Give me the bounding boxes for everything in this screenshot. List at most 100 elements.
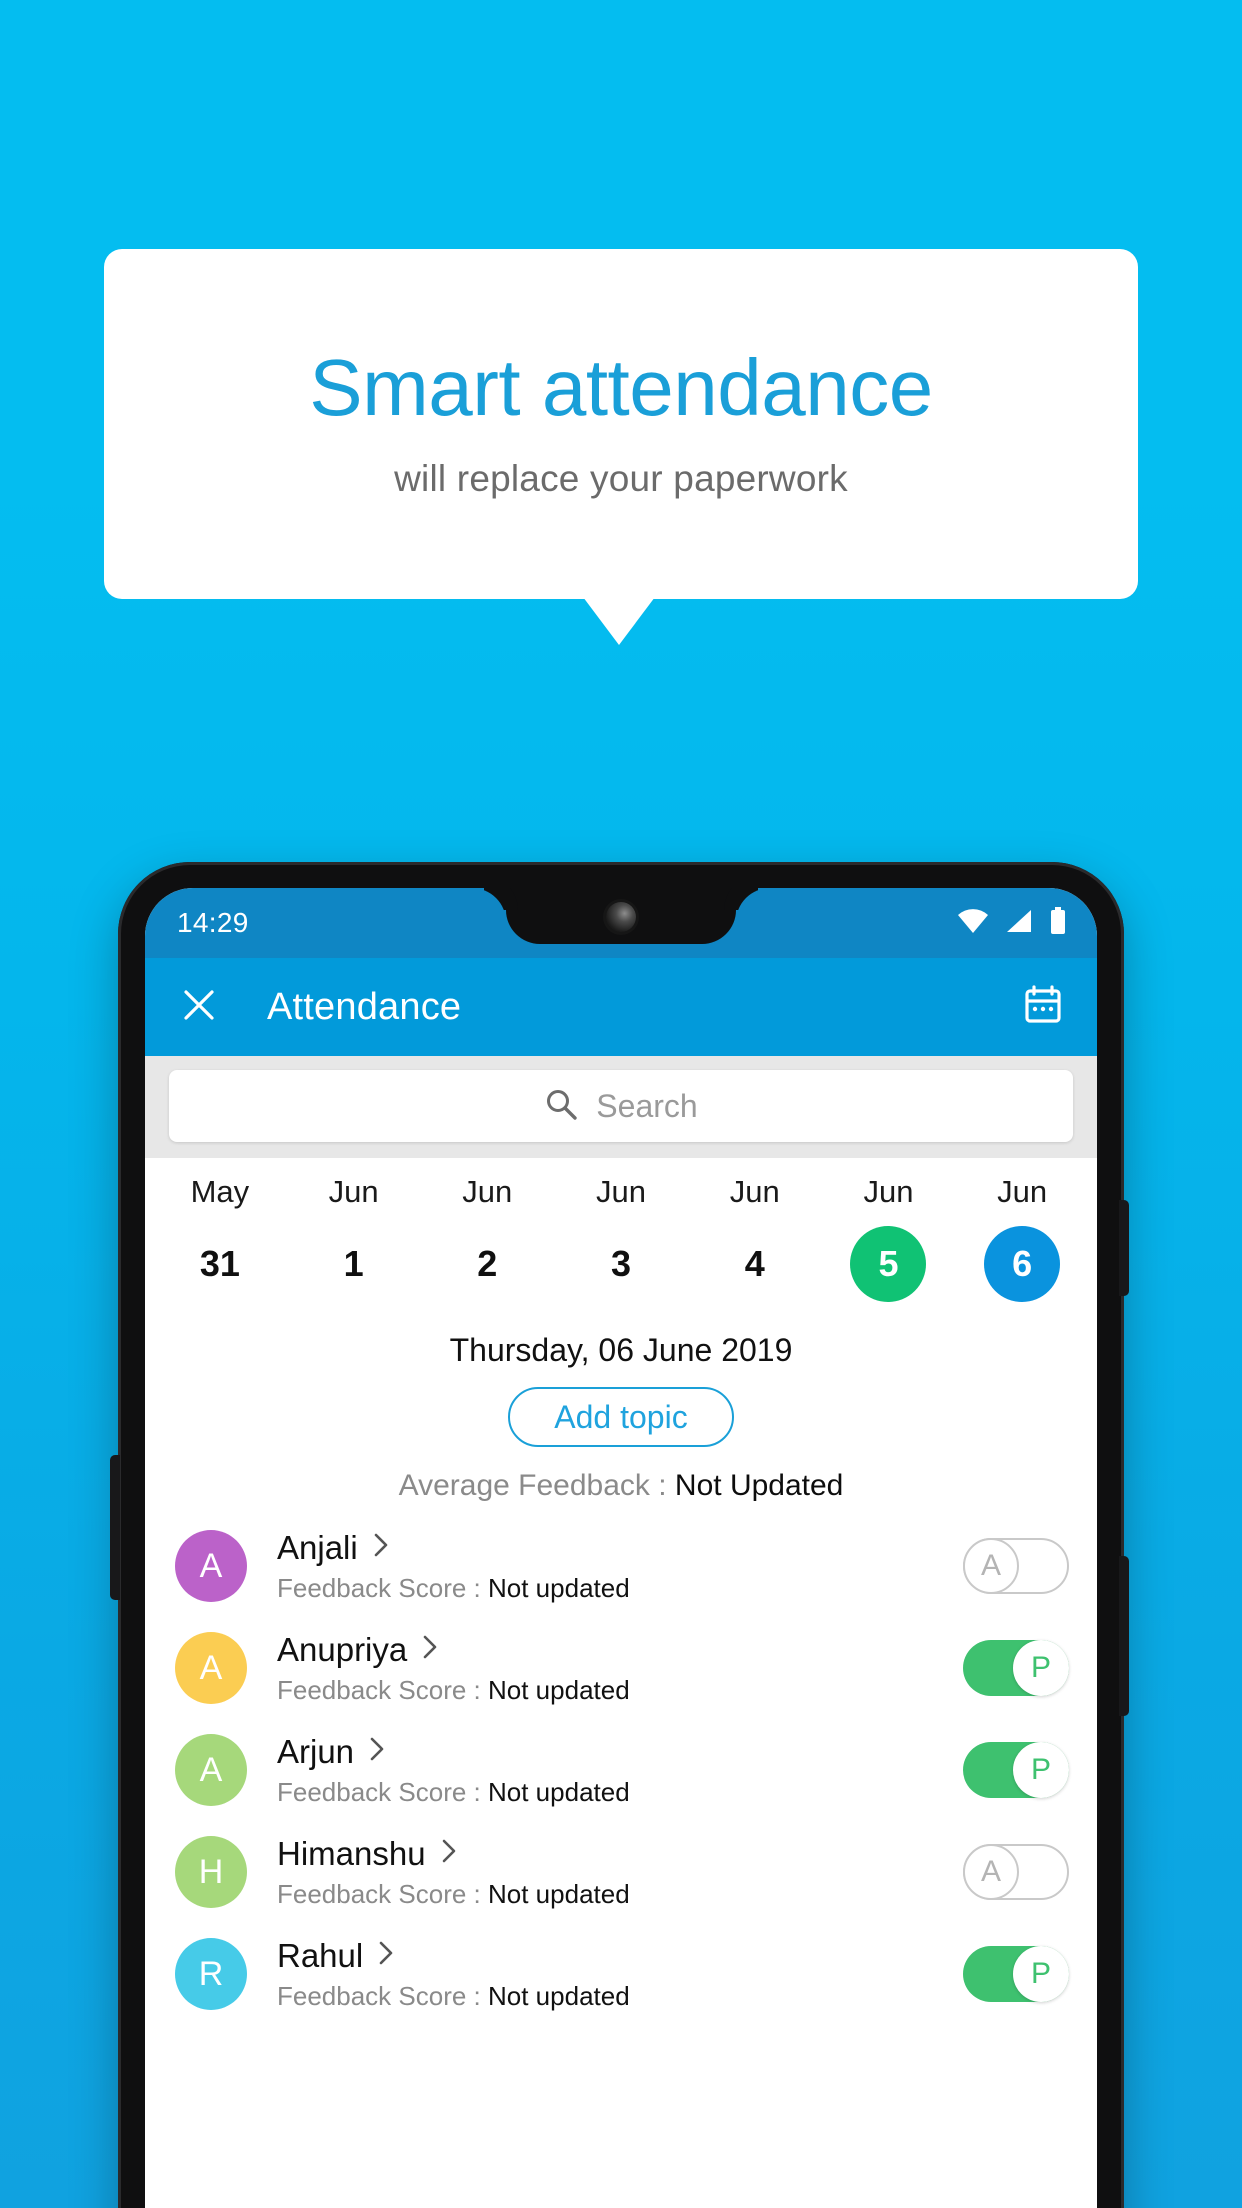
list-item-text: Anupriya Feedback Score : Not updated [277,1631,963,1706]
selected-date-label: Thursday, 06 June 2019 [449,1332,793,1368]
chevron-right-icon [440,1837,458,1870]
attendance-toggle[interactable]: P [963,1742,1069,1798]
date-day: 5 [850,1226,927,1302]
calendar-button[interactable] [1019,983,1067,1031]
attendance-toggle[interactable]: P [963,1640,1069,1696]
page-title: Attendance [267,985,462,1028]
list-item-name-line[interactable]: Himanshu [277,1835,963,1873]
list-item[interactable]: R Rahul Feedback Score : Not updated P [145,1923,1097,2025]
phone-screen: 14:29 Attendance Search May 31 Jun 1 Jun… [145,888,1097,2208]
attendance-toggle-knob: P [1013,1946,1069,2002]
list-item-text: Anjali Feedback Score : Not updated [277,1529,963,1604]
attendance-toggle-knob: A [963,1538,1019,1594]
list-item[interactable]: A Anjali Feedback Score : Not updated A [145,1515,1097,1617]
list-item-name-line[interactable]: Anjali [277,1529,963,1567]
search-input[interactable]: Search [169,1070,1073,1142]
date-day: 31 [199,1243,240,1284]
date-cell-selected[interactable]: Jun 6 [955,1174,1089,1302]
student-name: Anupriya [277,1630,408,1668]
date-cell[interactable]: Jun 2 [420,1174,554,1302]
feedback-score-value: Not updated [488,1674,630,1705]
average-feedback-label: Average Feedback : [398,1469,675,1502]
date-month: Jun [729,1174,780,1209]
list-item-name-line[interactable]: Rahul [277,1937,963,1975]
chevron-right-icon [368,1735,386,1768]
list-item-text: Rahul Feedback Score : Not updated [277,1937,963,2012]
feedback-score-value: Not updated [488,1572,630,1603]
feedback-score-label: Feedback Score : [277,1980,488,2011]
feedback-score-label: Feedback Score : [277,1572,488,1603]
list-item-text: Arjun Feedback Score : Not updated [277,1733,963,1808]
date-day: 1 [343,1243,364,1284]
feedback-score-value: Not updated [488,1776,630,1807]
average-feedback-value: Not Updated [674,1469,844,1502]
date-month: Jun [997,1174,1048,1209]
list-item[interactable]: H Himanshu Feedback Score : Not updated [145,1821,1097,1923]
list-item-text: Himanshu Feedback Score : Not updated [277,1835,963,1910]
attendance-toggle[interactable]: A [963,1844,1069,1900]
chevron-right-icon [372,1531,390,1564]
status-bar-icons [957,906,1067,940]
list-item[interactable]: A Anupriya Feedback Score : Not updated [145,1617,1097,1719]
date-cell[interactable]: May 31 [153,1174,287,1302]
student-name: Himanshu [277,1834,426,1872]
feedback-score: Feedback Score : Not updated [277,1675,963,1706]
date-day: 4 [744,1243,765,1284]
promo-subtitle: will replace your paperwork [394,458,848,499]
date-month: Jun [328,1174,379,1209]
list-item-name-line[interactable]: Arjun [277,1733,963,1771]
feedback-score: Feedback Score : Not updated [277,1981,963,2012]
close-icon [179,985,219,1030]
promo-canvas: Smart attendance will replace your paper… [0,0,1242,2208]
phone-volume-button [1119,1200,1129,1296]
promo-bubble: Smart attendance will replace your paper… [104,249,1138,599]
list-item-name-line[interactable]: Anupriya [277,1631,963,1669]
avatar: R [175,1938,247,2010]
add-topic-row: Add topic [145,1387,1097,1447]
date-day: 2 [477,1243,498,1284]
average-feedback: Average Feedback : Not Updated [145,1469,1097,1503]
student-name: Anjali [277,1528,358,1566]
promo-title: Smart attendance [309,343,933,432]
phone-device: 14:29 Attendance Search May 31 Jun 1 Jun… [118,862,1124,2208]
student-name: Arjun [277,1732,355,1770]
feedback-score-label: Feedback Score : [277,1878,488,1909]
avatar: H [175,1836,247,1908]
date-cell[interactable]: Jun 1 [287,1174,421,1302]
student-name: Rahul [277,1936,364,1974]
student-list: A Anjali Feedback Score : Not updated A … [145,1515,1097,2025]
attendance-toggle[interactable]: P [963,1946,1069,2002]
attendance-toggle-knob: A [963,1844,1019,1900]
date-day: 3 [611,1243,632,1284]
phone-power-button [1119,1556,1129,1716]
attendance-toggle[interactable]: A [963,1538,1069,1594]
close-button[interactable] [175,983,223,1031]
feedback-score-label: Feedback Score : [277,1674,488,1705]
attendance-toggle-knob: P [1013,1640,1069,1696]
add-topic-button[interactable]: Add topic [508,1387,734,1447]
feedback-score: Feedback Score : Not updated [277,1879,963,1910]
wifi-icon [957,908,989,939]
app-bar: Attendance [145,958,1097,1056]
front-camera [606,902,636,932]
search-icon [544,1087,578,1126]
avatar: A [175,1632,247,1704]
avatar: A [175,1530,247,1602]
phone-side-button [110,1455,120,1600]
date-month: Jun [863,1174,914,1209]
date-cell-today[interactable]: Jun 5 [822,1174,956,1302]
attendance-toggle-knob: P [1013,1742,1069,1798]
status-bar-time: 14:29 [177,907,249,938]
date-day: 6 [984,1226,1061,1302]
search-placeholder: Search [596,1087,698,1124]
feedback-score: Feedback Score : Not updated [277,1573,963,1604]
chevron-right-icon [421,1633,439,1666]
date-month: Jun [596,1174,646,1209]
date-cell[interactable]: Jun 3 [554,1174,688,1302]
calendar-icon [1022,984,1064,1031]
date-cell[interactable]: Jun 4 [688,1174,822,1302]
feedback-score: Feedback Score : Not updated [277,1777,963,1808]
battery-icon [1049,906,1067,940]
list-item[interactable]: A Arjun Feedback Score : Not updated P [145,1719,1097,1821]
chevron-right-icon [377,1939,395,1972]
